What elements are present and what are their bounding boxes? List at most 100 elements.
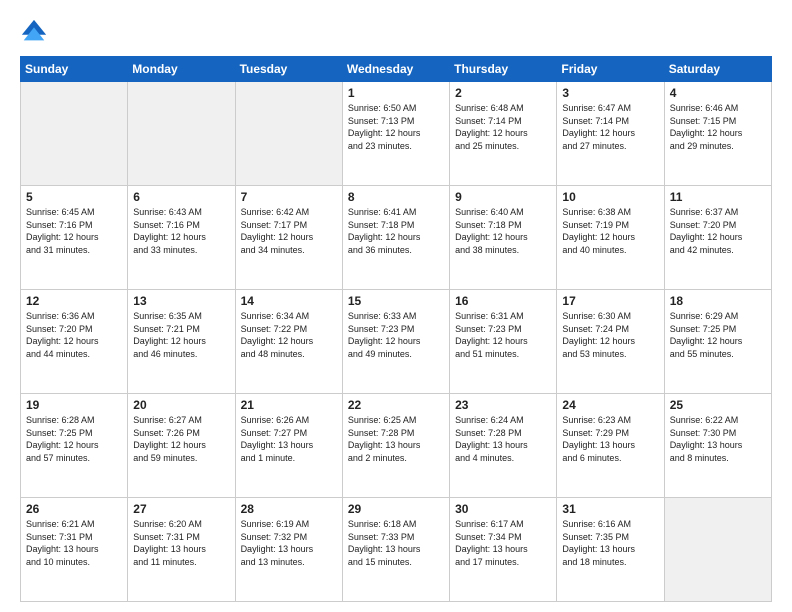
day-info: Sunrise: 6:37 AM Sunset: 7:20 PM Dayligh… xyxy=(670,206,766,256)
header xyxy=(20,18,772,46)
day-number: 8 xyxy=(348,190,444,204)
day-info: Sunrise: 6:36 AM Sunset: 7:20 PM Dayligh… xyxy=(26,310,122,360)
calendar-cell: 10 Sunrise: 6:38 AM Sunset: 7:19 PM Dayli… xyxy=(557,186,664,290)
calendar-cell: 26 Sunrise: 6:21 AM Sunset: 7:31 PM Dayli… xyxy=(21,498,128,602)
calendar-cell: 15 Sunrise: 6:33 AM Sunset: 7:23 PM Dayli… xyxy=(342,290,449,394)
calendar-cell: 16 Sunrise: 6:31 AM Sunset: 7:23 PM Dayli… xyxy=(450,290,557,394)
calendar-cell: 29 Sunrise: 6:18 AM Sunset: 7:33 PM Dayli… xyxy=(342,498,449,602)
day-number: 30 xyxy=(455,502,551,516)
day-info: Sunrise: 6:46 AM Sunset: 7:15 PM Dayligh… xyxy=(670,102,766,152)
day-info: Sunrise: 6:23 AM Sunset: 7:29 PM Dayligh… xyxy=(562,414,658,464)
day-info: Sunrise: 6:26 AM Sunset: 7:27 PM Dayligh… xyxy=(241,414,337,464)
day-number: 27 xyxy=(133,502,229,516)
calendar-weekday-friday: Friday xyxy=(557,57,664,82)
day-number: 25 xyxy=(670,398,766,412)
day-info: Sunrise: 6:25 AM Sunset: 7:28 PM Dayligh… xyxy=(348,414,444,464)
calendar-weekday-tuesday: Tuesday xyxy=(235,57,342,82)
calendar-weekday-thursday: Thursday xyxy=(450,57,557,82)
day-info: Sunrise: 6:50 AM Sunset: 7:13 PM Dayligh… xyxy=(348,102,444,152)
calendar-cell: 9 Sunrise: 6:40 AM Sunset: 7:18 PM Daylig… xyxy=(450,186,557,290)
day-number: 19 xyxy=(26,398,122,412)
calendar-week-3: 19 Sunrise: 6:28 AM Sunset: 7:25 PM Dayli… xyxy=(21,394,772,498)
day-info: Sunrise: 6:28 AM Sunset: 7:25 PM Dayligh… xyxy=(26,414,122,464)
calendar-cell xyxy=(128,82,235,186)
calendar-week-4: 26 Sunrise: 6:21 AM Sunset: 7:31 PM Dayli… xyxy=(21,498,772,602)
day-number: 18 xyxy=(670,294,766,308)
day-number: 16 xyxy=(455,294,551,308)
day-number: 5 xyxy=(26,190,122,204)
calendar-cell: 6 Sunrise: 6:43 AM Sunset: 7:16 PM Daylig… xyxy=(128,186,235,290)
day-info: Sunrise: 6:42 AM Sunset: 7:17 PM Dayligh… xyxy=(241,206,337,256)
day-info: Sunrise: 6:38 AM Sunset: 7:19 PM Dayligh… xyxy=(562,206,658,256)
calendar-cell: 12 Sunrise: 6:36 AM Sunset: 7:20 PM Dayli… xyxy=(21,290,128,394)
day-info: Sunrise: 6:21 AM Sunset: 7:31 PM Dayligh… xyxy=(26,518,122,568)
calendar-header-row: SundayMondayTuesdayWednesdayThursdayFrid… xyxy=(21,57,772,82)
day-info: Sunrise: 6:17 AM Sunset: 7:34 PM Dayligh… xyxy=(455,518,551,568)
day-info: Sunrise: 6:47 AM Sunset: 7:14 PM Dayligh… xyxy=(562,102,658,152)
calendar-cell: 13 Sunrise: 6:35 AM Sunset: 7:21 PM Dayli… xyxy=(128,290,235,394)
calendar-cell: 23Sunrise: 6:24 AM Sunset: 7:28 PM Dayli… xyxy=(450,394,557,498)
calendar-week-1: 5Sunrise: 6:45 AM Sunset: 7:16 PM Daylig… xyxy=(21,186,772,290)
calendar-cell: 14Sunrise: 6:34 AM Sunset: 7:22 PM Dayli… xyxy=(235,290,342,394)
day-info: Sunrise: 6:35 AM Sunset: 7:21 PM Dayligh… xyxy=(133,310,229,360)
calendar-cell: 18 Sunrise: 6:29 AM Sunset: 7:25 PM Dayli… xyxy=(664,290,771,394)
day-number: 28 xyxy=(241,502,337,516)
calendar-week-2: 12 Sunrise: 6:36 AM Sunset: 7:20 PM Dayli… xyxy=(21,290,772,394)
calendar-cell: 31Sunrise: 6:16 AM Sunset: 7:35 PM Dayli… xyxy=(557,498,664,602)
calendar-cell xyxy=(21,82,128,186)
calendar-cell: 3 Sunrise: 6:47 AM Sunset: 7:14 PM Daylig… xyxy=(557,82,664,186)
calendar-cell: 27 Sunrise: 6:20 AM Sunset: 7:31 PM Dayli… xyxy=(128,498,235,602)
day-number: 9 xyxy=(455,190,551,204)
calendar-weekday-wednesday: Wednesday xyxy=(342,57,449,82)
day-number: 10 xyxy=(562,190,658,204)
calendar-week-0: 1 Sunrise: 6:50 AM Sunset: 7:13 PM Daylig… xyxy=(21,82,772,186)
day-info: Sunrise: 6:16 AM Sunset: 7:35 PM Dayligh… xyxy=(562,518,658,568)
day-info: Sunrise: 6:22 AM Sunset: 7:30 PM Dayligh… xyxy=(670,414,766,464)
calendar-cell: 28 Sunrise: 6:19 AM Sunset: 7:32 PM Dayli… xyxy=(235,498,342,602)
day-number: 24 xyxy=(562,398,658,412)
calendar-cell: 7Sunrise: 6:42 AM Sunset: 7:17 PM Daylig… xyxy=(235,186,342,290)
day-number: 26 xyxy=(26,502,122,516)
day-number: 6 xyxy=(133,190,229,204)
calendar-cell: 24 Sunrise: 6:23 AM Sunset: 7:29 PM Dayli… xyxy=(557,394,664,498)
calendar-cell: 22 Sunrise: 6:25 AM Sunset: 7:28 PM Dayli… xyxy=(342,394,449,498)
day-info: Sunrise: 6:31 AM Sunset: 7:23 PM Dayligh… xyxy=(455,310,551,360)
calendar-cell: 17 Sunrise: 6:30 AM Sunset: 7:24 PM Dayli… xyxy=(557,290,664,394)
day-info: Sunrise: 6:24 AM Sunset: 7:28 PM Dayligh… xyxy=(455,414,551,464)
day-info: Sunrise: 6:33 AM Sunset: 7:23 PM Dayligh… xyxy=(348,310,444,360)
calendar-cell: 4Sunrise: 6:46 AM Sunset: 7:15 PM Daylig… xyxy=(664,82,771,186)
page: SundayMondayTuesdayWednesdayThursdayFrid… xyxy=(0,0,792,612)
day-number: 2 xyxy=(455,86,551,100)
day-info: Sunrise: 6:19 AM Sunset: 7:32 PM Dayligh… xyxy=(241,518,337,568)
logo xyxy=(20,18,52,46)
calendar-weekday-monday: Monday xyxy=(128,57,235,82)
day-info: Sunrise: 6:41 AM Sunset: 7:18 PM Dayligh… xyxy=(348,206,444,256)
calendar-weekday-sunday: Sunday xyxy=(21,57,128,82)
day-info: Sunrise: 6:20 AM Sunset: 7:31 PM Dayligh… xyxy=(133,518,229,568)
calendar-cell: 11Sunrise: 6:37 AM Sunset: 7:20 PM Dayli… xyxy=(664,186,771,290)
day-number: 15 xyxy=(348,294,444,308)
calendar-cell: 2Sunrise: 6:48 AM Sunset: 7:14 PM Daylig… xyxy=(450,82,557,186)
day-number: 13 xyxy=(133,294,229,308)
day-number: 29 xyxy=(348,502,444,516)
day-info: Sunrise: 6:34 AM Sunset: 7:22 PM Dayligh… xyxy=(241,310,337,360)
calendar-cell xyxy=(664,498,771,602)
calendar-cell: 19 Sunrise: 6:28 AM Sunset: 7:25 PM Dayli… xyxy=(21,394,128,498)
calendar-weekday-saturday: Saturday xyxy=(664,57,771,82)
day-number: 17 xyxy=(562,294,658,308)
calendar-cell: 30 Sunrise: 6:17 AM Sunset: 7:34 PM Dayli… xyxy=(450,498,557,602)
calendar-cell: 25 Sunrise: 6:22 AM Sunset: 7:30 PM Dayli… xyxy=(664,394,771,498)
day-number: 12 xyxy=(26,294,122,308)
day-info: Sunrise: 6:29 AM Sunset: 7:25 PM Dayligh… xyxy=(670,310,766,360)
calendar-cell: 20Sunrise: 6:27 AM Sunset: 7:26 PM Dayli… xyxy=(128,394,235,498)
day-number: 20 xyxy=(133,398,229,412)
day-number: 3 xyxy=(562,86,658,100)
day-number: 22 xyxy=(348,398,444,412)
day-info: Sunrise: 6:18 AM Sunset: 7:33 PM Dayligh… xyxy=(348,518,444,568)
day-info: Sunrise: 6:30 AM Sunset: 7:24 PM Dayligh… xyxy=(562,310,658,360)
day-info: Sunrise: 6:43 AM Sunset: 7:16 PM Dayligh… xyxy=(133,206,229,256)
day-info: Sunrise: 6:40 AM Sunset: 7:18 PM Dayligh… xyxy=(455,206,551,256)
calendar-cell: 1 Sunrise: 6:50 AM Sunset: 7:13 PM Daylig… xyxy=(342,82,449,186)
day-number: 1 xyxy=(348,86,444,100)
day-number: 21 xyxy=(241,398,337,412)
